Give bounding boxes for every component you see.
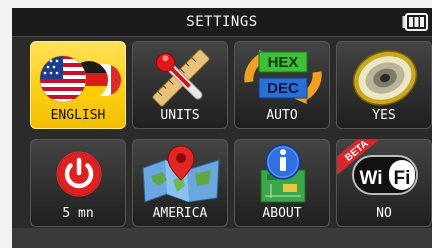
wifi-wi-text: Wi xyxy=(359,168,382,189)
about-label: ABOUT xyxy=(262,206,302,221)
dec-text: DEC xyxy=(267,80,299,97)
wifi-fi-text: Fi xyxy=(394,168,411,189)
sound-tile[interactable]: YES xyxy=(336,41,432,129)
hex-text: HEX xyxy=(268,54,299,71)
region-tile[interactable]: AMERICA xyxy=(132,139,228,227)
speaker-icon xyxy=(352,50,418,106)
info-icon xyxy=(260,144,306,203)
language-tile[interactable]: ENGLISH xyxy=(30,41,126,129)
device-screen: SETTINGS ENGLISH UNITS HEX DEC AUTO YES … xyxy=(12,8,432,248)
hex-dec-icon: HEX DEC xyxy=(244,50,322,104)
number-format-tile[interactable]: HEX DEC AUTO xyxy=(234,41,330,129)
language-flags-icon xyxy=(39,55,121,103)
language-label: ENGLISH xyxy=(50,108,106,123)
wifi-label: NO xyxy=(376,206,392,221)
settings-grid: ENGLISH UNITS HEX DEC AUTO YES 5 mn AMER… xyxy=(30,41,432,227)
wifi-icon: Wi Fi BETA xyxy=(337,140,418,195)
about-tile[interactable]: ABOUT xyxy=(234,139,330,227)
battery-icon xyxy=(402,13,428,31)
number-format-label: AUTO xyxy=(266,108,298,123)
wifi-tile[interactable]: Wi Fi BETA NO xyxy=(336,139,432,227)
title-bar: SETTINGS xyxy=(12,8,432,37)
auto-off-label: 5 mn xyxy=(62,206,94,221)
region-label: AMERICA xyxy=(152,206,208,221)
bottom-bar xyxy=(12,228,432,248)
ruler-thermometer-icon xyxy=(152,49,210,107)
page-title: SETTINGS xyxy=(186,14,258,30)
sound-label: YES xyxy=(372,108,396,123)
auto-off-tile[interactable]: 5 mn xyxy=(30,139,126,227)
units-label: UNITS xyxy=(160,108,200,123)
power-icon xyxy=(56,151,102,197)
units-tile[interactable]: UNITS xyxy=(132,41,228,129)
map-pin-icon xyxy=(142,145,220,203)
